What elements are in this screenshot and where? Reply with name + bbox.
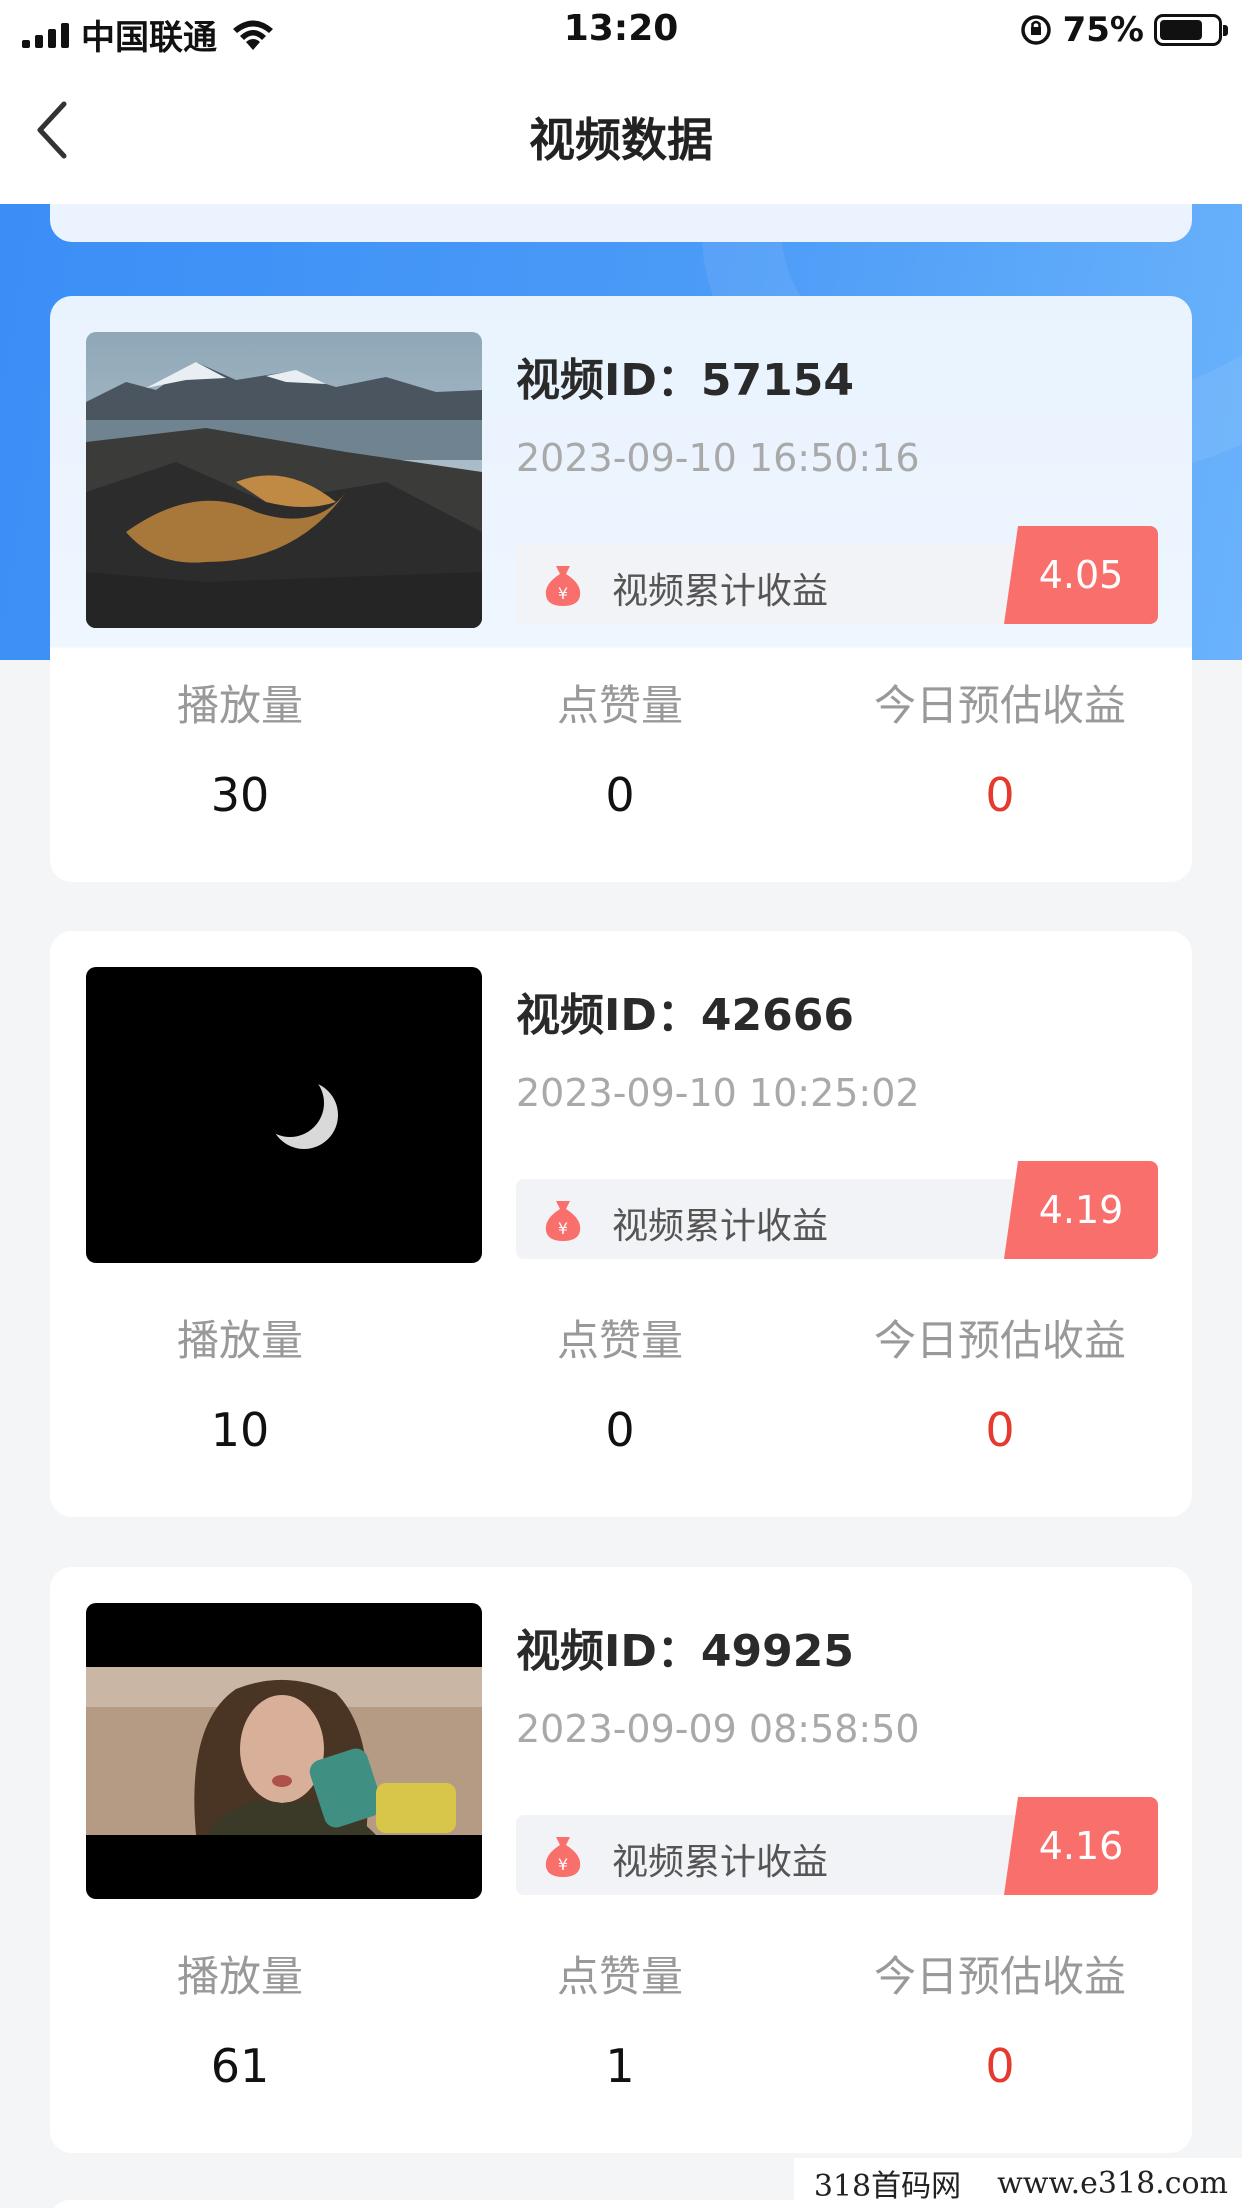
- rocky-coast-image: [86, 332, 482, 628]
- video-id: 视频ID：49925: [516, 1626, 854, 1677]
- orientation-lock-icon: [1020, 15, 1051, 45]
- video-date: 2023-09-10 10:25:02: [516, 1071, 920, 1115]
- earnings-value: 4.19: [1004, 1161, 1158, 1259]
- likes-value: 1: [605, 2039, 635, 2093]
- plays-label: 播放量: [176, 1952, 303, 2001]
- video-thumbnail[interactable]: [86, 1603, 482, 1899]
- video-card[interactable]: 视频ID：49925 2023-09-09 08:58:50 ¥ 视频累计收益 …: [50, 1567, 1192, 2153]
- earnings-value: 4.05: [1004, 526, 1158, 624]
- video-thumbnail[interactable]: [86, 967, 482, 1263]
- woman-drinking-image: [86, 1603, 482, 1899]
- video-id: 视频ID：57154: [516, 355, 854, 406]
- money-bag-icon: ¥: [545, 1837, 581, 1877]
- video-date: 2023-09-09 08:58:50: [516, 1707, 920, 1751]
- today-earnings-label: 今日预估收益: [873, 1316, 1126, 1365]
- svg-text:¥: ¥: [558, 584, 568, 603]
- battery-percent: 75%: [1062, 10, 1144, 50]
- video-stats: 播放量 30 点赞量 0 今日预估收益 0: [50, 676, 1192, 856]
- plays-value: 61: [210, 2039, 270, 2093]
- cumulative-earnings: ¥ 视频累计收益 4.05: [516, 526, 1158, 624]
- watermark-site-name: 318首码网: [813, 2169, 962, 2204]
- plays-value: 30: [210, 768, 270, 822]
- today-earnings-value: 0: [985, 1403, 1015, 1457]
- battery-icon: [1154, 14, 1228, 46]
- today-earnings-label: 今日预估收益: [873, 1952, 1126, 2001]
- likes-value: 0: [605, 768, 635, 822]
- svg-text:¥: ¥: [558, 1855, 568, 1874]
- cumulative-earnings: ¥ 视频累计收益 4.16: [516, 1797, 1158, 1895]
- video-thumbnail[interactable]: [86, 332, 482, 628]
- likes-label: 点赞量: [556, 1316, 683, 1365]
- crescent-moon-image: [86, 967, 482, 1263]
- video-card[interactable]: 视频ID：57154 2023-09-10 16:50:16 ¥ 视频累计收益 …: [50, 296, 1192, 882]
- cumulative-earnings: ¥ 视频累计收益 4.19: [516, 1161, 1158, 1259]
- video-id: 视频ID：42666: [516, 990, 854, 1041]
- money-bag-icon: ¥: [545, 566, 581, 606]
- page-title: 视频数据: [529, 113, 713, 167]
- money-bag-icon: ¥: [545, 1201, 581, 1241]
- video-date: 2023-09-10 16:50:16: [516, 436, 920, 480]
- svg-text:¥: ¥: [558, 1219, 568, 1238]
- plays-value: 10: [210, 1403, 270, 1457]
- video-card[interactable]: 视频ID：42666 2023-09-10 10:25:02 ¥ 视频累计收益 …: [50, 931, 1192, 1517]
- summary-card-edge: [50, 204, 1192, 242]
- likes-value: 0: [605, 1403, 635, 1457]
- today-earnings-value: 0: [985, 768, 1015, 822]
- nav-bar: 视频数据: [0, 62, 1242, 204]
- earnings-label: 视频累计收益: [612, 1206, 829, 1247]
- plays-label: 播放量: [176, 681, 303, 730]
- earnings-value: 4.16: [1004, 1797, 1158, 1895]
- status-bar: 中国联通 13:20 75%: [0, 0, 1242, 62]
- likes-label: 点赞量: [556, 681, 683, 730]
- video-stats: 播放量 61 点赞量 1 今日预估收益 0: [50, 1947, 1192, 2127]
- today-earnings-label: 今日预估收益: [873, 681, 1126, 730]
- today-earnings-value: 0: [985, 2039, 1015, 2093]
- video-stats: 播放量 10 点赞量 0 今日预估收益 0: [50, 1311, 1192, 1491]
- watermark-url: www.e318.com: [997, 2165, 1228, 2201]
- plays-label: 播放量: [176, 1316, 303, 1365]
- watermark: 318首码网 www.e318.com: [793, 2158, 1242, 2208]
- earnings-label: 视频累计收益: [612, 1842, 829, 1883]
- earnings-label: 视频累计收益: [612, 571, 829, 612]
- likes-label: 点赞量: [556, 1952, 683, 2001]
